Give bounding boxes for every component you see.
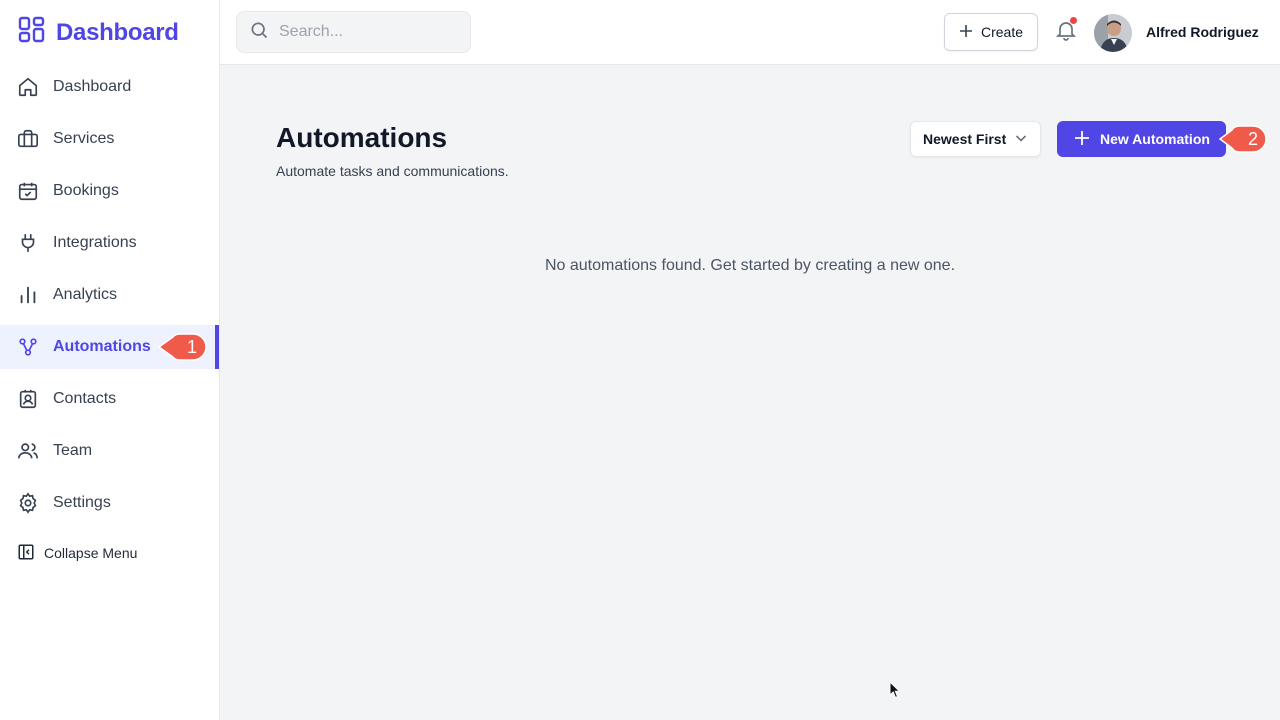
annotation-number: 1 — [186, 337, 197, 357]
annotation-number: 2 — [1247, 129, 1258, 149]
new-automation-button[interactable]: New Automation — [1057, 121, 1226, 157]
briefcase-icon — [17, 128, 39, 150]
sidebar-item-label: Analytics — [53, 286, 118, 303]
sort-label: Newest First — [923, 131, 1007, 147]
collapse-menu-button[interactable]: Collapse Menu — [0, 533, 219, 573]
search-input[interactable] — [279, 23, 459, 41]
sidebar-item-label: Settings — [53, 494, 111, 511]
avatar[interactable] — [1094, 14, 1132, 52]
sidebar-item-integrations[interactable]: Integrations — [0, 221, 219, 265]
create-label: Create — [980, 24, 1024, 40]
user-name[interactable]: Alfred Rodriguez — [1146, 24, 1259, 40]
sidebar-item-team[interactable]: Team — [0, 429, 219, 473]
collapse-menu-label: Collapse Menu — [44, 545, 138, 561]
sidebar-item-settings[interactable]: Settings — [0, 481, 219, 525]
annotation-callout-1: 1 — [157, 330, 209, 364]
sidebar-nav: Dashboard Services Bookings Integrations… — [0, 65, 219, 573]
calendar-check-icon — [17, 180, 39, 202]
collapse-sidebar-icon — [17, 543, 35, 564]
sidebar-item-label: Services — [53, 130, 115, 147]
sidebar-item-label: Team — [53, 442, 93, 459]
sidebar-item-label: Bookings — [53, 182, 119, 199]
annotation-callout-2: 2 — [1218, 122, 1270, 156]
brand-title: Dashboard — [56, 18, 179, 46]
sidebar-item-label: Contacts — [53, 390, 117, 407]
home-icon — [17, 76, 39, 98]
bell-icon — [1054, 22, 1078, 46]
sidebar-item-services[interactable]: Services — [0, 117, 219, 161]
sidebar-item-analytics[interactable]: Analytics — [0, 273, 219, 317]
new-automation-label: New Automation — [1100, 131, 1210, 147]
plus-icon — [959, 24, 973, 41]
empty-state-message: No automations found. Get started by cre… — [544, 257, 956, 274]
users-icon — [17, 440, 39, 462]
gear-icon — [17, 492, 39, 514]
sidebar-item-contacts[interactable]: Contacts — [0, 377, 219, 421]
contact-card-icon — [17, 388, 39, 410]
notifications-button[interactable] — [1054, 17, 1078, 42]
sort-dropdown[interactable]: Newest First — [910, 121, 1041, 157]
plus-icon — [1074, 130, 1090, 149]
search-bar[interactable] — [236, 11, 471, 53]
workflow-icon — [17, 336, 39, 358]
topbar: Create Alfred Rodriguez — [220, 0, 1280, 65]
sidebar-item-dashboard[interactable]: Dashboard — [0, 65, 219, 109]
sidebar-item-label: Automations — [53, 338, 151, 355]
chevron-down-icon — [1014, 131, 1028, 148]
plug-icon — [17, 232, 39, 254]
brand[interactable]: Dashboard — [0, 0, 219, 65]
sidebar-item-label: Dashboard — [53, 78, 132, 95]
page-subtitle: Automate tasks and communications. — [276, 163, 509, 179]
sidebar-item-label: Integrations — [53, 234, 137, 251]
mouse-cursor-icon — [889, 680, 901, 704]
create-button[interactable]: Create — [944, 13, 1038, 51]
bar-chart-icon — [17, 284, 39, 306]
page-title: Automations — [276, 122, 448, 153]
search-icon — [249, 20, 269, 45]
sidebar-item-bookings[interactable]: Bookings — [0, 169, 219, 213]
notification-dot — [1070, 17, 1077, 24]
grid-logo-icon — [18, 16, 46, 49]
